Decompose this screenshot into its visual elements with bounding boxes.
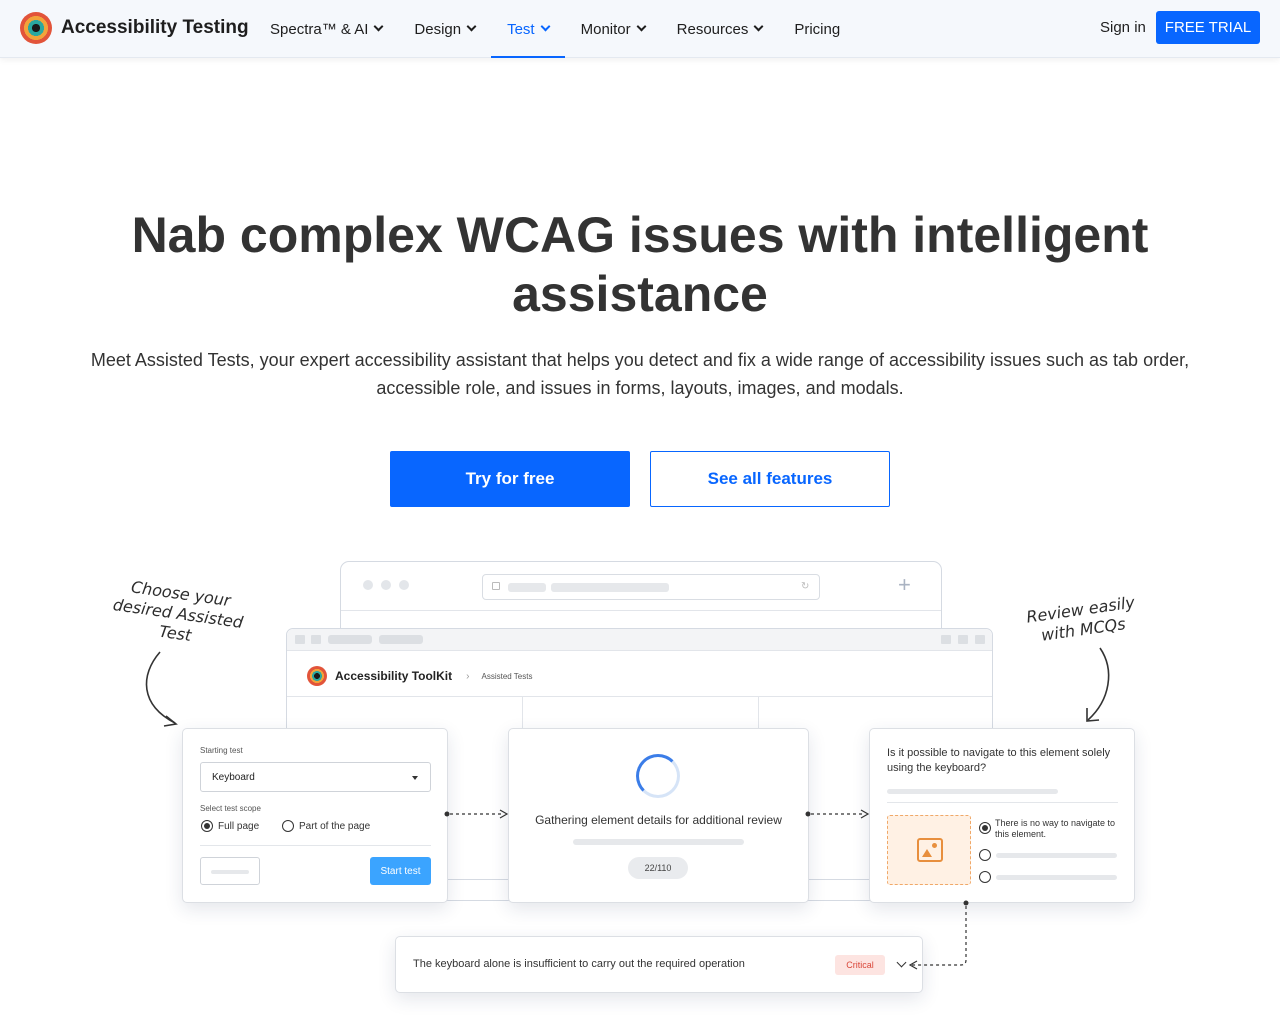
radio-part-of-page[interactable] bbox=[282, 820, 294, 832]
toolkit-header: Accessibility ToolKit › Assisted Tests bbox=[307, 666, 532, 686]
menu-item-test[interactable]: Test bbox=[491, 0, 565, 58]
mcq-option-1[interactable] bbox=[979, 822, 991, 834]
brand-name: Accessibility Testing bbox=[61, 17, 249, 38]
menu-label: Design bbox=[414, 20, 462, 38]
reload-icon: ↻ bbox=[801, 581, 810, 592]
select-value: Keyboard bbox=[212, 772, 255, 783]
chevron-down-icon bbox=[466, 21, 477, 32]
issue-card: The keyboard alone is insufficient to ca… bbox=[395, 936, 923, 993]
breadcrumb: Assisted Tests bbox=[481, 671, 533, 681]
element-preview bbox=[887, 815, 971, 885]
mcq-option-2[interactable] bbox=[979, 849, 991, 861]
menu-label: Resources bbox=[676, 20, 749, 38]
mcq-option-3[interactable] bbox=[979, 871, 991, 883]
menu-item-resources[interactable]: Resources bbox=[661, 0, 779, 58]
loading-spinner-icon bbox=[636, 754, 680, 798]
note-review-mcqs: Review easily with MCQs bbox=[1025, 592, 1136, 645]
menu-label: Test bbox=[507, 20, 535, 38]
severity-badge: Critical bbox=[835, 955, 885, 975]
start-test-button[interactable]: Start test bbox=[370, 857, 431, 885]
mcq-question: Is it possible to navigate to this eleme… bbox=[887, 747, 1111, 774]
mcq-answer: There is no way to navigate to this elem… bbox=[995, 818, 1116, 839]
menu-label: Spectra™ & AI bbox=[270, 20, 369, 38]
cancel-button[interactable] bbox=[200, 857, 260, 885]
note-choose-test: Choose your desired Assisted Test bbox=[111, 577, 245, 645]
menu-item-monitor[interactable]: Monitor bbox=[565, 0, 661, 58]
window-controls bbox=[363, 580, 409, 590]
toolkit-logo-icon bbox=[307, 666, 327, 686]
chevron-down-icon[interactable] bbox=[896, 957, 907, 968]
radio-full-page[interactable] bbox=[201, 820, 213, 832]
chevron-down-icon bbox=[540, 21, 551, 32]
menu-label: Pricing bbox=[794, 20, 841, 38]
caret-down-icon bbox=[412, 776, 418, 780]
new-tab-icon: + bbox=[898, 572, 911, 597]
see-all-features-button[interactable]: See all features bbox=[650, 451, 890, 507]
toolkit-name: Accessibility ToolKit bbox=[335, 669, 453, 683]
full-page-label: Full page bbox=[218, 821, 260, 832]
hero-subtitle: Meet Assisted Tests, your expert accessi… bbox=[90, 350, 1190, 398]
starting-test-label: Starting test bbox=[200, 746, 243, 755]
test-type-select[interactable]: Keyboard bbox=[200, 762, 431, 792]
chevron-down-icon bbox=[753, 21, 764, 32]
brand-logo-icon bbox=[20, 12, 52, 44]
brand-link[interactable]: Accessibility Testing bbox=[20, 12, 249, 44]
window-toolbar bbox=[287, 629, 992, 651]
sign-in-link[interactable]: Sign in bbox=[1100, 19, 1146, 36]
try-for-free-button[interactable]: Try for free bbox=[390, 451, 630, 507]
image-icon bbox=[917, 838, 943, 862]
hero-title: Nab complex WCAG issues with intelligent… bbox=[131, 207, 1149, 322]
progress-bar bbox=[573, 839, 744, 845]
assisted-tests-illustration: ↻ + Accessibility ToolKit › Assisted Tes… bbox=[0, 540, 1280, 1024]
menu-label: Monitor bbox=[580, 20, 631, 38]
main-menu: Spectra™ & AI Design Test Monitor Resour… bbox=[254, 0, 856, 58]
lock-icon bbox=[492, 582, 500, 590]
menu-item-spectra[interactable]: Spectra™ & AI bbox=[254, 0, 398, 58]
top-navigation: Accessibility Testing Spectra™ & AI Desi… bbox=[0, 0, 1280, 58]
free-trial-button[interactable]: FREE TRIAL bbox=[1156, 11, 1260, 44]
issue-text: The keyboard alone is insufficient to ca… bbox=[413, 958, 745, 970]
menu-item-pricing[interactable]: Pricing bbox=[778, 0, 856, 58]
chevron-down-icon bbox=[636, 21, 647, 32]
part-of-page-label: Part of the page bbox=[299, 821, 371, 832]
mcq-card: Is it possible to navigate to this eleme… bbox=[869, 728, 1135, 903]
scope-label: Select test scope bbox=[200, 804, 261, 813]
chevron-down-icon bbox=[373, 21, 384, 32]
gathering-status: Gathering element details for additional… bbox=[535, 813, 782, 827]
chevron-right-icon: › bbox=[466, 670, 470, 682]
test-setup-card: Starting test Keyboard Select test scope… bbox=[182, 728, 448, 903]
progress-count: 22/110 bbox=[628, 857, 688, 879]
gathering-card: Gathering element details for additional… bbox=[508, 728, 809, 903]
url-bar: ↻ bbox=[482, 574, 820, 600]
menu-item-design[interactable]: Design bbox=[398, 0, 491, 58]
